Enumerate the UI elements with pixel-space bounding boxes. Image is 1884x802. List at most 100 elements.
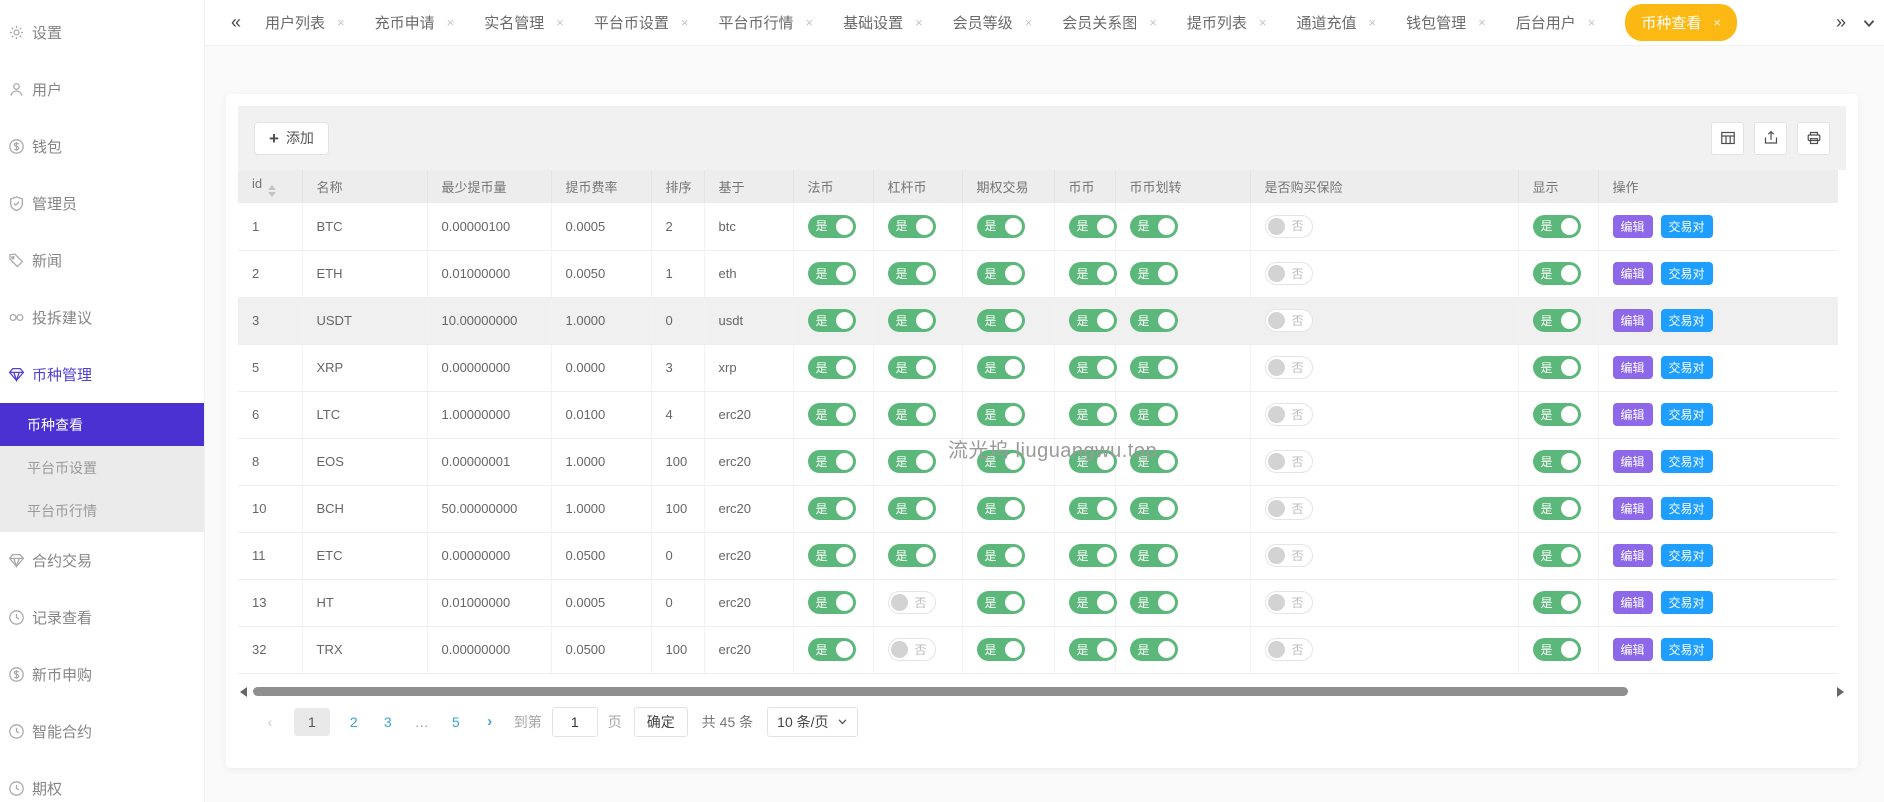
toggle-transfer-on[interactable]: 是 — [1130, 450, 1178, 473]
toggle-spot-on[interactable]: 是 — [1069, 450, 1117, 473]
tab-menu-chevron-down-icon[interactable] — [1860, 14, 1878, 32]
toggle-leverage-on[interactable]: 是 — [888, 262, 936, 285]
tab-withdraw-list[interactable]: 提币列表× — [1187, 12, 1267, 33]
trading-pairs-button[interactable]: 交易对 — [1661, 309, 1713, 332]
filter-columns-icon[interactable] — [1711, 122, 1744, 155]
scroll-right-arrow-icon[interactable] — [1837, 687, 1844, 697]
toggle-options-on[interactable]: 是 — [977, 403, 1025, 426]
toggle-insurance-off[interactable]: 否 — [1265, 497, 1313, 520]
sidebar-item-options[interactable]: 期权 — [0, 760, 204, 802]
tab-channel-deposit[interactable]: 通道充值× — [1297, 12, 1377, 33]
toggle-spot-on[interactable]: 是 — [1069, 262, 1117, 285]
toggle-options-on[interactable]: 是 — [977, 450, 1025, 473]
toggle-leverage-on[interactable]: 是 — [888, 497, 936, 520]
toggle-leverage-off[interactable]: 否 — [888, 638, 936, 661]
print-icon[interactable] — [1797, 122, 1830, 155]
toggle-fiat-on[interactable]: 是 — [808, 356, 856, 379]
toggle-spot-on[interactable]: 是 — [1069, 638, 1117, 661]
toggle-insurance-off[interactable]: 否 — [1265, 356, 1313, 379]
add-button[interactable]: + 添加 — [254, 122, 329, 155]
toggle-visible-on[interactable]: 是 — [1533, 309, 1581, 332]
toggle-spot-on[interactable]: 是 — [1069, 215, 1117, 238]
horizontal-scrollbar[interactable] — [238, 687, 1846, 697]
toggle-fiat-on[interactable]: 是 — [808, 591, 856, 614]
tab-platform-coin-quotes[interactable]: 平台币行情× — [718, 12, 813, 33]
trading-pairs-button[interactable]: 交易对 — [1661, 356, 1713, 379]
toggle-transfer-on[interactable]: 是 — [1130, 262, 1178, 285]
sidebar-item-smart-contract[interactable]: 智能合约 — [0, 703, 204, 760]
tab-admin-users[interactable]: 后台用户× — [1516, 12, 1596, 33]
toggle-visible-on[interactable]: 是 — [1533, 544, 1581, 567]
toggle-options-on[interactable]: 是 — [977, 544, 1025, 567]
tab-close-icon[interactable]: × — [1478, 16, 1486, 29]
toggle-transfer-on[interactable]: 是 — [1130, 591, 1178, 614]
toggle-transfer-on[interactable]: 是 — [1130, 497, 1178, 520]
scroll-left-arrow-icon[interactable] — [240, 687, 247, 697]
tab-basic-settings[interactable]: 基础设置× — [843, 12, 923, 33]
trading-pairs-button[interactable]: 交易对 — [1661, 450, 1713, 473]
toggle-visible-on[interactable]: 是 — [1533, 262, 1581, 285]
trading-pairs-button[interactable]: 交易对 — [1661, 497, 1713, 520]
toggle-leverage-on[interactable]: 是 — [888, 544, 936, 567]
edit-button[interactable]: 编辑 — [1613, 215, 1653, 238]
sidebar-item-records[interactable]: 记录查看 — [0, 589, 204, 646]
toggle-insurance-off[interactable]: 否 — [1265, 215, 1313, 238]
toggle-visible-on[interactable]: 是 — [1533, 450, 1581, 473]
sidebar-item-news[interactable]: 新闻 — [0, 232, 204, 289]
toggle-leverage-on[interactable]: 是 — [888, 356, 936, 379]
toggle-spot-on[interactable]: 是 — [1069, 356, 1117, 379]
confirm-page-button[interactable]: 确定 — [634, 707, 688, 737]
sidebar-item-new-coin[interactable]: 新币申购 — [0, 646, 204, 703]
sidebar-item-wallet[interactable]: 钱包 — [0, 118, 204, 175]
edit-button[interactable]: 编辑 — [1613, 638, 1653, 661]
sidebar-item-users[interactable]: 用户 — [0, 61, 204, 118]
tab-coin-view[interactable]: 币种查看× — [1625, 4, 1737, 41]
toggle-transfer-on[interactable]: 是 — [1130, 544, 1178, 567]
tab-user-list[interactable]: 用户列表× — [265, 12, 345, 33]
toggle-options-on[interactable]: 是 — [977, 215, 1025, 238]
edit-button[interactable]: 编辑 — [1613, 450, 1653, 473]
tab-close-icon[interactable]: × — [805, 16, 813, 29]
toggle-spot-on[interactable]: 是 — [1069, 309, 1117, 332]
toggle-leverage-on[interactable]: 是 — [888, 450, 936, 473]
edit-button[interactable]: 编辑 — [1613, 356, 1653, 379]
export-icon[interactable] — [1754, 122, 1787, 155]
tab-close-icon[interactable]: × — [1149, 16, 1157, 29]
trading-pairs-button[interactable]: 交易对 — [1661, 262, 1713, 285]
sidebar-item-settings[interactable]: 设置 — [0, 4, 204, 61]
next-page[interactable]: › — [480, 713, 500, 730]
page-3[interactable]: 3 — [378, 714, 398, 730]
sidebar-subitem-platform-coin-quotes[interactable]: 平台币行情 — [0, 489, 204, 532]
tab-close-icon[interactable]: × — [1369, 16, 1377, 29]
collapse-tabs-icon[interactable]: « — [231, 12, 241, 33]
tab-close-icon[interactable]: × — [1588, 16, 1596, 29]
toggle-insurance-off[interactable]: 否 — [1265, 544, 1313, 567]
goto-page-input[interactable] — [552, 707, 598, 737]
sidebar-item-admins[interactable]: 管理员 — [0, 175, 204, 232]
tab-member-level[interactable]: 会员等级× — [953, 12, 1033, 33]
toggle-options-on[interactable]: 是 — [977, 497, 1025, 520]
toggle-leverage-on[interactable]: 是 — [888, 403, 936, 426]
tab-close-icon[interactable]: × — [915, 16, 923, 29]
toggle-fiat-on[interactable]: 是 — [808, 309, 856, 332]
edit-button[interactable]: 编辑 — [1613, 309, 1653, 332]
toggle-insurance-off[interactable]: 否 — [1265, 450, 1313, 473]
toggle-transfer-on[interactable]: 是 — [1130, 638, 1178, 661]
toggle-leverage-on[interactable]: 是 — [888, 215, 936, 238]
toggle-visible-on[interactable]: 是 — [1533, 591, 1581, 614]
toggle-fiat-on[interactable]: 是 — [808, 215, 856, 238]
tab-wallet-manage[interactable]: 钱包管理× — [1406, 12, 1486, 33]
sidebar-item-feedback[interactable]: 投拆建议 — [0, 289, 204, 346]
scrollbar-track[interactable] — [252, 687, 1832, 696]
trading-pairs-button[interactable]: 交易对 — [1661, 544, 1713, 567]
toggle-spot-on[interactable]: 是 — [1069, 403, 1117, 426]
toggle-leverage-off[interactable]: 否 — [888, 591, 936, 614]
toggle-options-on[interactable]: 是 — [977, 591, 1025, 614]
toggle-insurance-off[interactable]: 否 — [1265, 403, 1313, 426]
toggle-spot-on[interactable]: 是 — [1069, 591, 1117, 614]
sidebar-item-contract-trade[interactable]: 合约交易 — [0, 532, 204, 589]
toggle-options-on[interactable]: 是 — [977, 309, 1025, 332]
tab-close-icon[interactable]: × — [681, 16, 689, 29]
toggle-fiat-on[interactable]: 是 — [808, 497, 856, 520]
toggle-insurance-off[interactable]: 否 — [1265, 309, 1313, 332]
